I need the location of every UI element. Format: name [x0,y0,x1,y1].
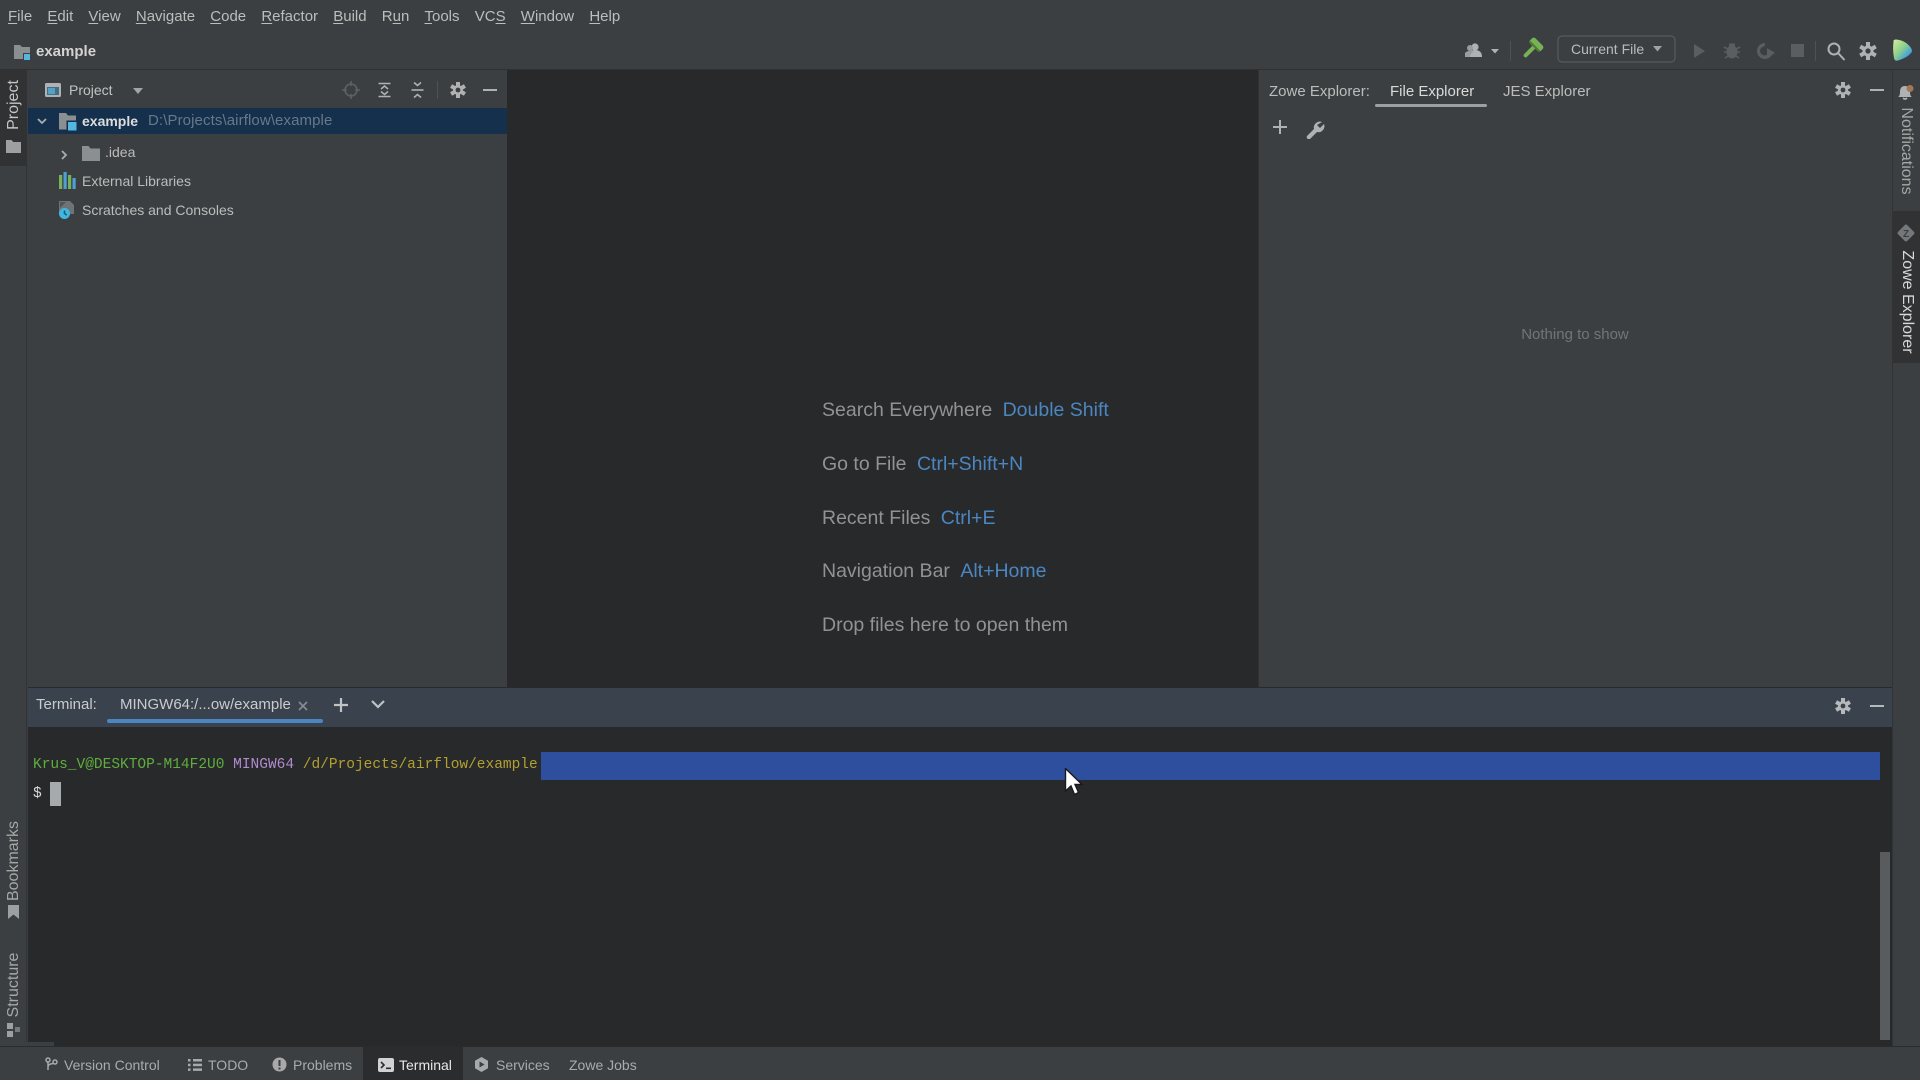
svg-text:Current File: Current File [1571,41,1644,57]
svg-text:Z: Z [1903,229,1909,240]
